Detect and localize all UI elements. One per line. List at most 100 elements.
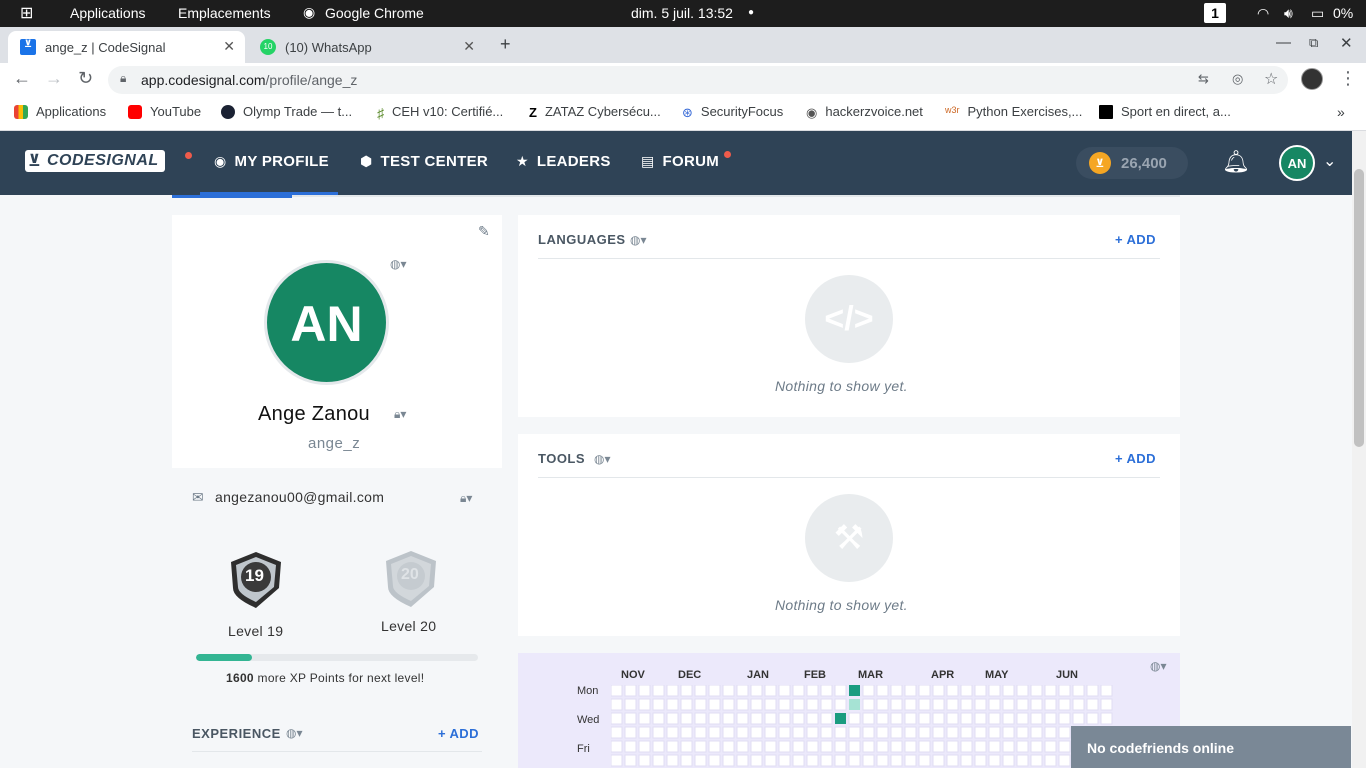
heatmap-cell[interactable]	[974, 698, 987, 711]
battery-icon[interactable]: ▭	[1311, 5, 1324, 22]
heatmap-cell[interactable]	[862, 754, 875, 767]
heatmap-cell[interactable]	[764, 712, 777, 725]
heatmap-cell[interactable]	[835, 713, 846, 724]
heatmap-cell[interactable]	[792, 685, 805, 697]
codefriends-toast[interactable]: No codefriends online	[1071, 726, 1351, 768]
heatmap-cell[interactable]	[1100, 685, 1113, 697]
heatmap-cell[interactable]	[988, 726, 1001, 739]
heatmap-cell[interactable]	[736, 712, 749, 725]
bookmark-olymp[interactable]: Olymp Trade — t...	[221, 104, 352, 119]
heatmap-cell[interactable]	[1044, 712, 1057, 725]
heatmap-cell[interactable]	[611, 726, 623, 739]
heatmap-cell[interactable]	[918, 712, 931, 725]
heatmap-cell[interactable]	[750, 740, 763, 753]
heatmap-cell[interactable]	[1058, 740, 1071, 753]
heatmap-cell[interactable]	[750, 685, 763, 697]
heatmap-cell[interactable]	[960, 712, 973, 725]
heatmap-cell[interactable]	[1016, 726, 1029, 739]
heatmap-cell[interactable]	[666, 685, 679, 697]
active-app-label[interactable]: Google Chrome	[325, 5, 424, 21]
menu-icon[interactable]: ⋮	[1339, 68, 1357, 89]
scrollbar[interactable]	[1352, 131, 1366, 768]
heatmap-cell[interactable]	[862, 726, 875, 739]
heatmap-cell[interactable]	[1002, 712, 1015, 725]
heatmap-cell[interactable]	[764, 685, 777, 697]
heatmap-cell[interactable]	[611, 685, 623, 697]
heatmap-cell[interactable]	[1044, 685, 1057, 697]
tools-add-button[interactable]: + ADD	[1115, 451, 1156, 466]
heatmap-cell[interactable]	[1058, 712, 1071, 725]
heatmap-cell[interactable]	[876, 726, 889, 739]
heatmap-cell[interactable]	[666, 698, 679, 711]
heatmap-cell[interactable]	[918, 726, 931, 739]
name-lock-icon[interactable]: 🔒︎▾	[394, 407, 406, 422]
heatmap-cell[interactable]	[946, 726, 959, 739]
heatmap-cell[interactable]	[778, 712, 791, 725]
nav-my-profile[interactable]: ◉ MY PROFILE	[214, 153, 329, 170]
star-icon[interactable]: ☆	[1264, 69, 1278, 89]
heatmap-cell[interactable]	[932, 698, 945, 711]
close-window-icon[interactable]: ✕	[1340, 34, 1353, 52]
heatmap-cell[interactable]	[988, 754, 1001, 767]
heatmap-cell[interactable]	[1002, 740, 1015, 753]
edit-pencil-icon[interactable]: ✎	[478, 223, 490, 240]
chevron-down-icon[interactable]: ⌄	[1323, 151, 1336, 171]
heatmap-cell[interactable]	[750, 726, 763, 739]
heatmap-cell[interactable]	[736, 698, 749, 711]
heatmap-cell[interactable]	[876, 754, 889, 767]
heatmap-cell[interactable]	[680, 685, 693, 697]
heatmap-cell[interactable]	[1030, 754, 1043, 767]
heatmap-cell[interactable]	[974, 726, 987, 739]
applications-menu[interactable]: Applications	[70, 5, 146, 21]
heatmap-cell[interactable]	[1086, 685, 1099, 697]
heatmap-cell[interactable]	[890, 712, 903, 725]
heatmap-cell[interactable]	[904, 740, 917, 753]
heatmap-cell[interactable]	[820, 740, 833, 753]
experience-add-button[interactable]: + ADD	[438, 726, 479, 741]
heatmap-cell[interactable]	[974, 712, 987, 725]
heatmap-cell[interactable]	[624, 685, 637, 697]
heatmap-cell[interactable]	[848, 726, 861, 739]
minimize-icon[interactable]: —	[1276, 34, 1291, 51]
heatmap-cell[interactable]	[876, 698, 889, 711]
heatmap-cell[interactable]	[1030, 698, 1043, 711]
heatmap-cell[interactable]	[1072, 712, 1085, 725]
eye-off-icon[interactable]: ◎	[1232, 71, 1243, 87]
heatmap-cell[interactable]	[960, 698, 973, 711]
heatmap-cell[interactable]	[904, 698, 917, 711]
reload-icon[interactable]: ↻	[78, 68, 93, 89]
email-lock-icon[interactable]: 🔒︎▾	[460, 491, 472, 506]
heatmap-cell[interactable]	[820, 712, 833, 725]
heatmap-cell[interactable]	[862, 712, 875, 725]
heatmap-cell[interactable]	[834, 726, 847, 739]
heatmap-cell[interactable]	[1016, 712, 1029, 725]
heatmap-cell[interactable]	[736, 685, 749, 697]
heatmap-cell[interactable]	[960, 740, 973, 753]
heatmap-cell[interactable]	[1100, 712, 1113, 725]
heatmap-cell[interactable]	[974, 685, 987, 697]
restore-icon[interactable]: ⧉	[1309, 35, 1318, 51]
heatmap-cell[interactable]	[792, 726, 805, 739]
heatmap-cell[interactable]	[624, 712, 637, 725]
heatmap-cell[interactable]	[876, 685, 889, 697]
heatmap-cell[interactable]	[960, 754, 973, 767]
heatmap-cell[interactable]	[918, 754, 931, 767]
heatmap-cell[interactable]	[708, 754, 721, 767]
close-tab-icon[interactable]: ✕	[223, 38, 235, 55]
bookmark-applications[interactable]: Applications	[14, 104, 106, 119]
heatmap-cell[interactable]	[638, 740, 651, 753]
heatmap-cell[interactable]	[624, 726, 637, 739]
heatmap-cell[interactable]	[750, 698, 763, 711]
nav-avatar[interactable]: AN	[1279, 145, 1315, 181]
heatmap-cell[interactable]	[890, 754, 903, 767]
heatmap-cell[interactable]	[638, 698, 651, 711]
heatmap-cell[interactable]	[904, 726, 917, 739]
heatmap-cell[interactable]	[652, 754, 665, 767]
heatmap-cell[interactable]	[862, 740, 875, 753]
heatmap-cell[interactable]	[988, 740, 1001, 753]
heatmap-cell[interactable]	[862, 685, 875, 697]
heatmap-cell[interactable]	[1086, 712, 1099, 725]
heatmap-cell[interactable]	[1030, 740, 1043, 753]
bookmarks-overflow-icon[interactable]: »	[1337, 104, 1345, 120]
heatmap-cell[interactable]	[932, 754, 945, 767]
